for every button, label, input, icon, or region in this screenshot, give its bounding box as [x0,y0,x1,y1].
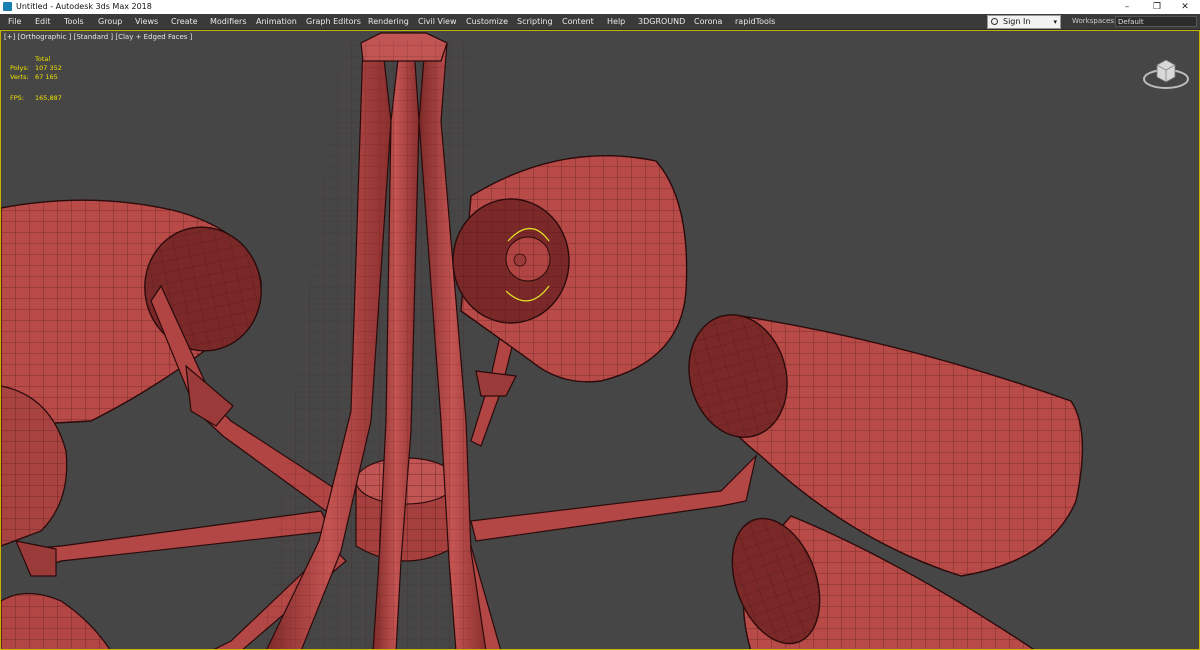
menu-graph-editors[interactable]: Graph Editors [304,14,363,29]
close-button[interactable]: ✕ [1170,0,1200,14]
scene-render[interactable] [1,31,1200,650]
stats-polys-value: 107 352 [35,64,62,72]
sign-in-dropdown[interactable]: Sign In ▾ [987,15,1061,29]
menu-3dground[interactable]: 3DGROUND [636,14,687,29]
window-title: Untitled - Autodesk 3ds Max 2018 [16,2,152,11]
menu-modifiers[interactable]: Modifiers [208,14,249,29]
menu-customize[interactable]: Customize [464,14,510,29]
menu-group[interactable]: Group [96,14,124,29]
menu-content[interactable]: Content [560,14,596,29]
menu-rapidtools[interactable]: rapidTools [733,14,777,29]
lamp-shade-upper-left [1,199,262,427]
workspaces-label: Workspaces: [1072,17,1117,25]
chevron-down-icon: ▾ [1053,18,1057,26]
menu-bar: File Edit Tools Group Views Create Modif… [0,14,1200,30]
menu-scripting[interactable]: Scripting [515,14,555,29]
lamp-shade-right [688,314,1084,577]
stats-verts-label: Verts: [10,73,29,81]
menu-views[interactable]: Views [133,14,160,29]
menu-civil-view[interactable]: Civil View [416,14,459,29]
stats-verts-value: 67 165 [35,73,58,81]
menu-corona[interactable]: Corona [692,14,724,29]
menu-edit[interactable]: Edit [33,14,53,29]
workspaces-select[interactable]: Default [1115,16,1197,27]
lamp-shade-bottom-left [1,592,111,649]
lamp-shade-top-center [452,154,688,383]
app-icon[interactable] [3,2,12,11]
minimize-button[interactable]: – [1112,0,1142,14]
menu-tools[interactable]: Tools [62,14,86,29]
restore-button[interactable]: ❐ [1142,0,1172,14]
viewport-orthographic[interactable]: [+] [Orthographic ] [Standard ] [Clay + … [0,30,1200,650]
stats-fps-value: 165,887 [35,94,62,102]
menu-create[interactable]: Create [169,14,200,29]
stem-wireframe [261,41,471,649]
viewport-label[interactable]: [+] [Orthographic ] [Standard ] [Clay + … [4,33,192,41]
menu-help[interactable]: Help [605,14,627,29]
sign-in-label: Sign In [1003,17,1031,26]
menu-rendering[interactable]: Rendering [366,14,411,29]
title-bar: Untitled - Autodesk 3ds Max 2018 – ❐ ✕ [0,0,1200,15]
stats-polys-label: Polys: [10,64,29,72]
viewcube-icon[interactable] [1141,53,1191,93]
menu-file[interactable]: File [6,14,23,29]
stats-fps-label: FPS: [10,94,24,102]
menu-animation[interactable]: Animation [254,14,299,29]
user-icon [991,18,998,25]
stats-header: Total [35,55,51,63]
